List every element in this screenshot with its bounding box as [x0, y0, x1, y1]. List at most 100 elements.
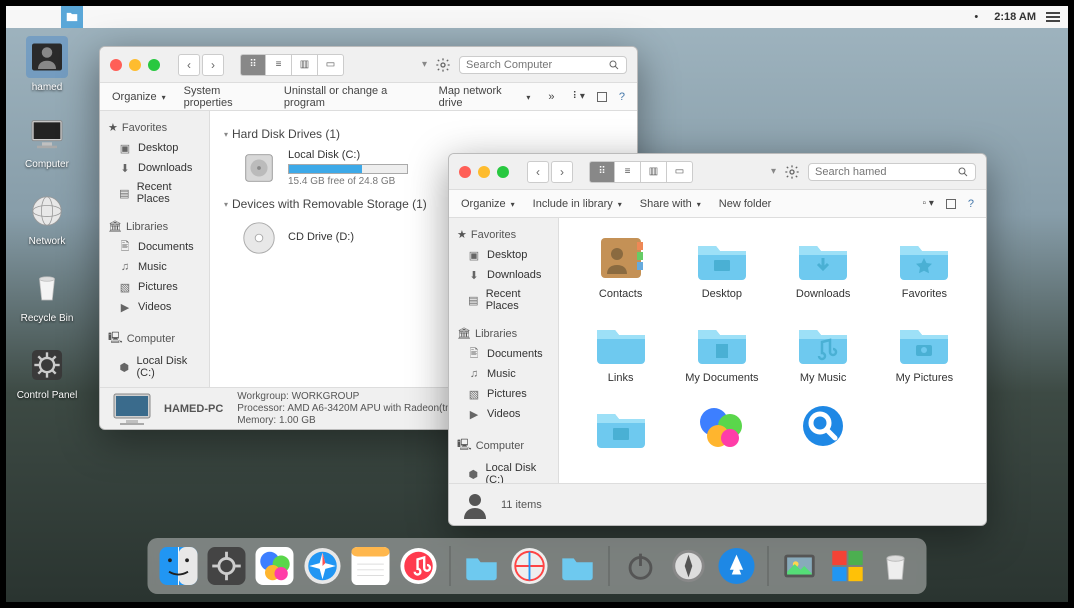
- search-box[interactable]: [459, 56, 627, 74]
- dock-tiles[interactable]: [827, 545, 869, 587]
- sidebar-item-videos[interactable]: ▶Videos: [449, 404, 558, 424]
- taskbar-explorer-icon[interactable]: [61, 6, 83, 28]
- cmd-new-folder[interactable]: New folder: [719, 198, 772, 210]
- sidebar-group-computer[interactable]: 🖳Computer: [449, 432, 558, 459]
- dock-safari[interactable]: [302, 545, 344, 587]
- sidebar-item-localdisk[interactable]: ⬢Local Disk (C:): [449, 459, 558, 483]
- minimize-icon[interactable]: [478, 166, 490, 178]
- dropdown-icon[interactable]: ▾: [771, 166, 776, 177]
- dock-launchpad[interactable]: [509, 545, 551, 587]
- sidebar-item-desktop[interactable]: ▣Desktop: [100, 138, 209, 158]
- sidebar-item-music[interactable]: ♫Music: [100, 257, 209, 277]
- cmd-include-library[interactable]: Include in library: [533, 198, 622, 210]
- cmd-help-icon[interactable]: ?: [619, 91, 625, 103]
- folder-contacts[interactable]: Contacts: [575, 234, 666, 300]
- cmd-system-properties[interactable]: System properties: [184, 85, 266, 109]
- cmd-uninstall[interactable]: Uninstall or change a program: [284, 85, 421, 109]
- sidebar-group-computer[interactable]: 🖳Computer: [100, 325, 209, 352]
- view-columns-button[interactable]: ▥: [292, 54, 318, 76]
- cmd-share-with[interactable]: Share with: [640, 198, 701, 210]
- gear-icon[interactable]: [435, 57, 451, 73]
- view-list-button[interactable]: ≡: [266, 54, 292, 76]
- dock-notes[interactable]: [350, 545, 392, 587]
- sidebar-item-documents[interactable]: 🖹Documents: [100, 237, 209, 257]
- cmd-map-drive[interactable]: Map network drive: [439, 85, 531, 109]
- search-box[interactable]: [808, 163, 976, 181]
- view-columns-button[interactable]: ▥: [641, 161, 667, 183]
- desktop-icon-network[interactable]: Network: [12, 190, 82, 247]
- sidebar-item-downloads[interactable]: ⬇Downloads: [100, 158, 209, 178]
- search-input[interactable]: [815, 166, 957, 178]
- cmd-organize[interactable]: Organize: [461, 198, 515, 210]
- dock-finder[interactable]: [158, 545, 200, 587]
- item-search[interactable]: [778, 402, 869, 456]
- sidebar-item-videos[interactable]: ▶Videos: [100, 297, 209, 317]
- dock-settings[interactable]: [206, 545, 248, 587]
- sidebar-group-libraries[interactable]: 🏛Libraries: [100, 216, 209, 237]
- maximize-icon[interactable]: [148, 59, 160, 71]
- search-input[interactable]: [466, 59, 608, 71]
- sidebar-item-recent[interactable]: ▤Recent Places: [100, 178, 209, 208]
- folder-icon: [795, 234, 851, 282]
- sidebar-item-pictures[interactable]: ▧Pictures: [100, 277, 209, 297]
- desktop-icon-hamed[interactable]: hamed: [12, 36, 82, 93]
- folder-mydocuments[interactable]: My Documents: [676, 318, 767, 384]
- folder-links[interactable]: Links: [575, 318, 666, 384]
- cmd-view-icon[interactable]: ▫ ▾: [923, 198, 934, 209]
- desktop-icon-recyclebin[interactable]: Recycle Bin: [12, 267, 82, 324]
- view-icons-button[interactable]: ⠿: [589, 161, 615, 183]
- folder-downloads[interactable]: Downloads: [778, 234, 869, 300]
- back-button[interactable]: ‹: [178, 54, 200, 76]
- cmd-pane-icon[interactable]: [597, 92, 607, 102]
- dock-preview[interactable]: [779, 545, 821, 587]
- desktop-icon-computer[interactable]: Computer: [12, 113, 82, 170]
- cmd-help-icon[interactable]: ?: [968, 198, 974, 210]
- sidebar-group-favorites[interactable]: ★Favorites: [100, 117, 209, 138]
- sidebar-group-favorites[interactable]: ★Favorites: [449, 224, 558, 245]
- dock-folder-1[interactable]: [461, 545, 503, 587]
- view-list-button[interactable]: ≡: [615, 161, 641, 183]
- dock-trash[interactable]: [875, 545, 917, 587]
- cmd-organize[interactable]: Organize: [112, 91, 166, 103]
- back-button[interactable]: ‹: [527, 161, 549, 183]
- folder-mymusic[interactable]: My Music: [778, 318, 869, 384]
- sidebar-item-pictures[interactable]: ▧Pictures: [449, 384, 558, 404]
- dock-folder-2[interactable]: [557, 545, 599, 587]
- menu-lines-icon[interactable]: [1046, 12, 1060, 22]
- cmd-chevrons[interactable]: »: [548, 91, 554, 103]
- view-gallery-button[interactable]: ▭: [667, 161, 693, 183]
- dock-power[interactable]: [620, 545, 662, 587]
- sidebar-group-libraries[interactable]: 🏛Libraries: [449, 323, 558, 344]
- view-gallery-button[interactable]: ▭: [318, 54, 344, 76]
- maximize-icon[interactable]: [497, 166, 509, 178]
- section-hdd[interactable]: Hard Disk Drives (1): [224, 127, 623, 141]
- dock-gamecenter[interactable]: [254, 545, 296, 587]
- dock-music[interactable]: [398, 545, 440, 587]
- forward-button[interactable]: ›: [551, 161, 573, 183]
- window-titlebar[interactable]: ‹ › ⠿ ≡ ▥ ▭ ▾: [449, 154, 986, 190]
- desktop-icon-controlpanel[interactable]: Control Panel: [12, 344, 82, 401]
- dock-appstore[interactable]: [716, 545, 758, 587]
- sidebar-item-localdisk[interactable]: ⬢Local Disk (C:): [100, 352, 209, 382]
- folder-desktop[interactable]: Desktop: [676, 234, 767, 300]
- folder-extra1[interactable]: [575, 402, 666, 456]
- sidebar-item-downloads[interactable]: ⬇Downloads: [449, 265, 558, 285]
- close-icon[interactable]: [459, 166, 471, 178]
- close-icon[interactable]: [110, 59, 122, 71]
- item-gamecenter[interactable]: [676, 402, 767, 456]
- sidebar-item-desktop[interactable]: ▣Desktop: [449, 245, 558, 265]
- gear-icon[interactable]: [784, 164, 800, 180]
- folder-mypictures[interactable]: My Pictures: [879, 318, 970, 384]
- minimize-icon[interactable]: [129, 59, 141, 71]
- view-icons-button[interactable]: ⠿: [240, 54, 266, 76]
- sidebar-item-music[interactable]: ♫Music: [449, 364, 558, 384]
- dock-compass[interactable]: [668, 545, 710, 587]
- sidebar-item-documents[interactable]: 🖹Documents: [449, 344, 558, 364]
- dropdown-icon[interactable]: ▾: [422, 59, 427, 70]
- forward-button[interactable]: ›: [202, 54, 224, 76]
- sidebar-item-recent[interactable]: ▤Recent Places: [449, 285, 558, 315]
- folder-favorites[interactable]: Favorites: [879, 234, 970, 300]
- window-titlebar[interactable]: ‹ › ⠿ ≡ ▥ ▭ ▾: [100, 47, 637, 83]
- cmd-pane-icon[interactable]: [946, 199, 956, 209]
- cmd-view-icon[interactable]: ⠇▾: [573, 91, 585, 102]
